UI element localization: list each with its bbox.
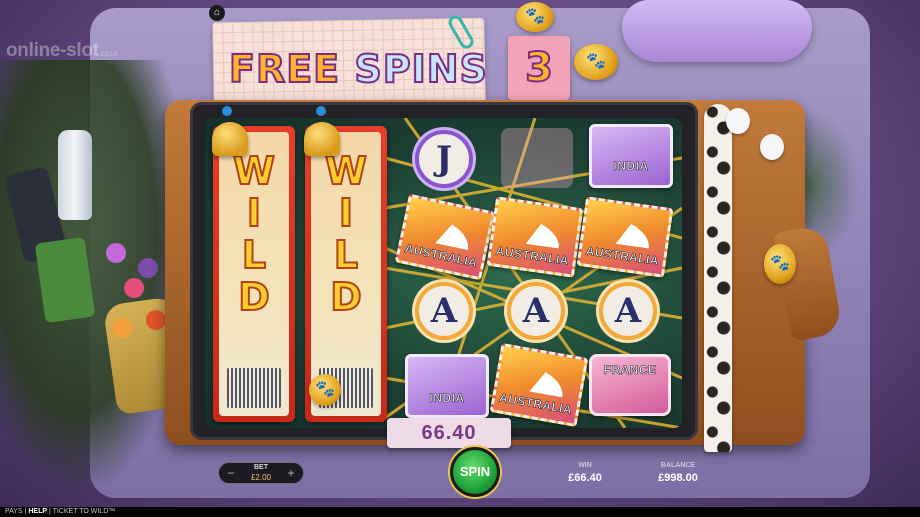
candy-decoration	[106, 243, 126, 263]
symbol-a: A	[415, 282, 473, 340]
bet-selector: − BET £2.00 +	[218, 462, 304, 484]
symbol-stamp-faded	[501, 128, 573, 188]
opera-house-art	[516, 363, 567, 398]
stamp-label: AUSTRALIA	[498, 390, 574, 418]
symbol-france-stamp: FRANCE	[589, 354, 671, 416]
stamp-label: AUSTRALIA	[584, 243, 661, 268]
stamp-label: INDIA	[613, 159, 649, 174]
barcode	[227, 368, 281, 408]
free-spins-counter: 3	[508, 36, 570, 100]
wild-letter: W	[232, 149, 276, 193]
watermark-logo: online-slot.co.uk	[6, 40, 119, 62]
symbol-a: A	[507, 282, 565, 340]
wild-ticket: W I L D	[213, 126, 295, 422]
strap-button-decoration: 🐾	[764, 244, 796, 284]
bottle-decoration	[58, 130, 92, 220]
wild-letter: L	[241, 233, 267, 277]
coin-decoration: 🐾	[574, 44, 618, 80]
bet-increase-button[interactable]: +	[283, 465, 299, 481]
bell-icon	[212, 122, 248, 156]
candy-decoration	[124, 278, 144, 298]
symbol-australia-stamp: AUSTRALIA	[486, 196, 584, 278]
pin-decoration	[316, 106, 326, 116]
stamp-label: AUSTRALIA	[494, 243, 571, 268]
opera-house-art	[422, 215, 474, 251]
opera-house-art	[513, 216, 563, 249]
symbol-india-stamp: INDIA	[405, 354, 489, 418]
candy-decoration	[112, 318, 132, 338]
wild-ticket-inner: W I L D	[219, 132, 289, 416]
opera-house-art	[603, 216, 653, 249]
win-amount-sticker: 66.40	[387, 418, 511, 448]
coin-decoration: 🐾	[516, 2, 554, 32]
wild-letter: I	[246, 191, 262, 235]
wild-letter: D	[237, 275, 271, 319]
candy-decoration	[146, 310, 166, 330]
candy-decoration	[138, 258, 158, 278]
home-icon: ⌂	[213, 7, 221, 18]
symbol-a: A	[599, 282, 657, 340]
spins-word: SPINS	[353, 47, 488, 91]
coin-symbol: 🐾	[309, 374, 341, 406]
bell-icon	[304, 122, 340, 156]
wild-text: W I L D	[219, 149, 289, 319]
spin-button[interactable]: SPIN	[450, 447, 500, 497]
symbol-india-stamp: INDIA	[589, 124, 673, 188]
balance-value: £998.00	[658, 472, 698, 484]
wild-letter: L	[333, 233, 359, 277]
symbol-australia-stamp: AUSTRALIA	[489, 342, 589, 428]
pays-link[interactable]: PAYS	[5, 508, 23, 515]
help-link[interactable]: HELP	[28, 508, 47, 515]
earbud-decoration	[760, 134, 784, 160]
footer-bar: PAYS | HELP | TICKET TO WILD™	[0, 507, 920, 517]
stamp-label: FRANCE	[603, 363, 657, 378]
home-button[interactable]: ⌂	[209, 5, 225, 21]
reels-area: W I L D W I L D 🐾 J INDIA AUSTRALIA AUST…	[205, 118, 682, 428]
game-title: TICKET TO WILD™	[52, 508, 116, 515]
pin-decoration	[222, 106, 232, 116]
wild-text: W I L D	[311, 149, 381, 319]
balance-label: BALANCE	[660, 462, 696, 469]
pen-decoration	[704, 104, 732, 452]
win-label: WIN	[578, 462, 592, 469]
plant-decoration	[0, 60, 190, 490]
logo-text: online-slot	[6, 40, 99, 61]
sleep-mask-decoration	[622, 0, 812, 62]
stamp-label: INDIA	[429, 391, 465, 406]
logo-suffix: .co.uk	[98, 49, 119, 58]
earbud-decoration	[726, 108, 750, 134]
free-spins-title: FREE SPINS	[228, 47, 488, 91]
symbol-j: J	[415, 130, 473, 188]
win-value: £66.40	[568, 472, 602, 484]
free-word: FREE	[228, 47, 341, 91]
wild-letter: W	[324, 149, 368, 193]
wild-letter: D	[329, 275, 363, 319]
wild-letter: I	[338, 191, 354, 235]
symbol-australia-stamp: AUSTRALIA	[576, 196, 674, 278]
